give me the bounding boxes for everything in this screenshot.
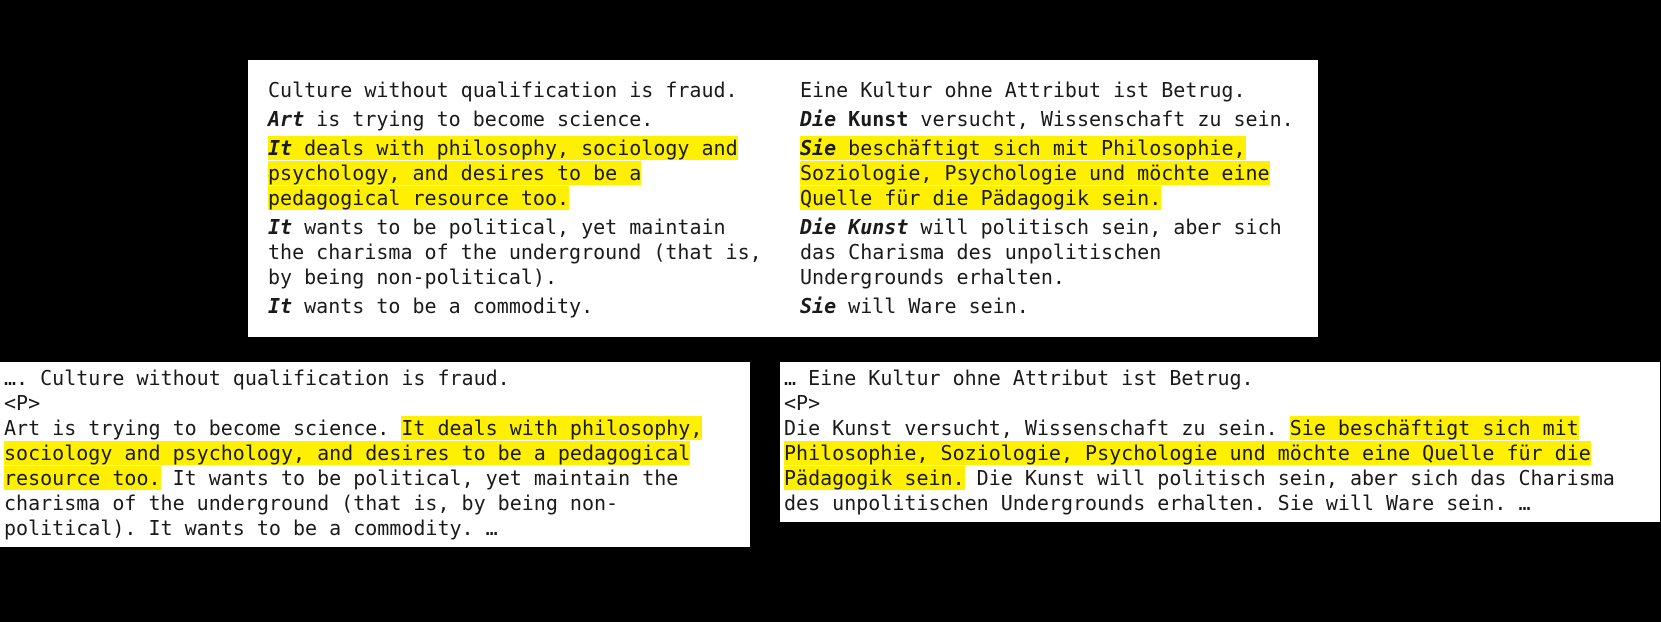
text: wants to be a commodity.: [292, 294, 593, 318]
source-paragraph-en: …. Culture without qualification is frau…: [0, 362, 750, 547]
source-paragraph-de: … Eine Kultur ohne Attribut ist Betrug. …: [780, 362, 1660, 522]
lead-word: Die: [800, 107, 836, 131]
text: Culture without qualification is fraud.: [268, 78, 738, 102]
text: … Eine Kultur ohne Attribut ist Betrug.: [784, 366, 1254, 390]
lead-word: Art: [268, 107, 304, 131]
text: Die Kunst versucht, Wissenschaft zu sein…: [784, 416, 1290, 440]
sentence-de: Die Kunst will politisch sein, aber sich…: [800, 215, 1298, 290]
aligned-sentence-panel: Culture without qualification is fraud. …: [248, 60, 1318, 337]
sentence-pair: Culture without qualification is fraud. …: [268, 78, 1298, 103]
lead-word: It: [268, 136, 292, 160]
text: is trying to become science.: [304, 107, 653, 131]
text: wants to be political, yet maintain the …: [268, 215, 762, 289]
highlight: It deals with philosophy, sociology and …: [268, 136, 738, 210]
sentence-de: Die Kunst versucht, Wissenschaft zu sein…: [800, 107, 1298, 132]
sentence-de: Eine Kultur ohne Attribut ist Betrug.: [800, 78, 1298, 103]
sentence-pair: Art is trying to become science. Die Kun…: [268, 107, 1298, 132]
sentence-en: Culture without qualification is fraud.: [268, 78, 766, 103]
sentence-en: It wants to be political, yet maintain t…: [268, 215, 766, 290]
lead-word: Sie: [800, 136, 836, 160]
sentence-pair: It wants to be a commodity. Sie will War…: [268, 294, 1298, 319]
text: Eine Kultur ohne Attribut ist Betrug.: [800, 78, 1246, 102]
sentence-en: Art is trying to become science.: [268, 107, 766, 132]
text: beschäftigt sich mit Philosophie, Soziol…: [800, 136, 1270, 210]
sentence-pair: It wants to be political, yet maintain t…: [268, 215, 1298, 290]
text: deals with philosophy, sociology and psy…: [268, 136, 738, 210]
lead-word: Die Kunst: [800, 215, 908, 239]
lead-word: Sie: [800, 294, 836, 318]
lead-word: Kunst: [848, 107, 908, 131]
stage: Culture without qualification is fraud. …: [0, 0, 1661, 622]
lead-word: It: [268, 294, 292, 318]
sentence-en: It wants to be a commodity.: [268, 294, 766, 319]
lead-word: It: [268, 215, 292, 239]
text: versucht, Wissenschaft zu sein.: [908, 107, 1293, 131]
sentence-pair: It deals with philosophy, sociology and …: [268, 136, 1298, 211]
sentence-de: Sie beschäftigt sich mit Philosophie, So…: [800, 136, 1298, 211]
text: will Ware sein.: [836, 294, 1029, 318]
text: [836, 107, 848, 131]
sentence-en: It deals with philosophy, sociology and …: [268, 136, 766, 211]
highlight: Sie beschäftigt sich mit Philosophie, So…: [800, 136, 1270, 210]
paragraph-tag: <P>: [784, 391, 1656, 416]
text: …. Culture without qualification is frau…: [4, 366, 510, 390]
paragraph-tag: <P>: [4, 391, 746, 416]
sentence-de: Sie will Ware sein.: [800, 294, 1298, 319]
text: Art is trying to become science.: [4, 416, 401, 440]
